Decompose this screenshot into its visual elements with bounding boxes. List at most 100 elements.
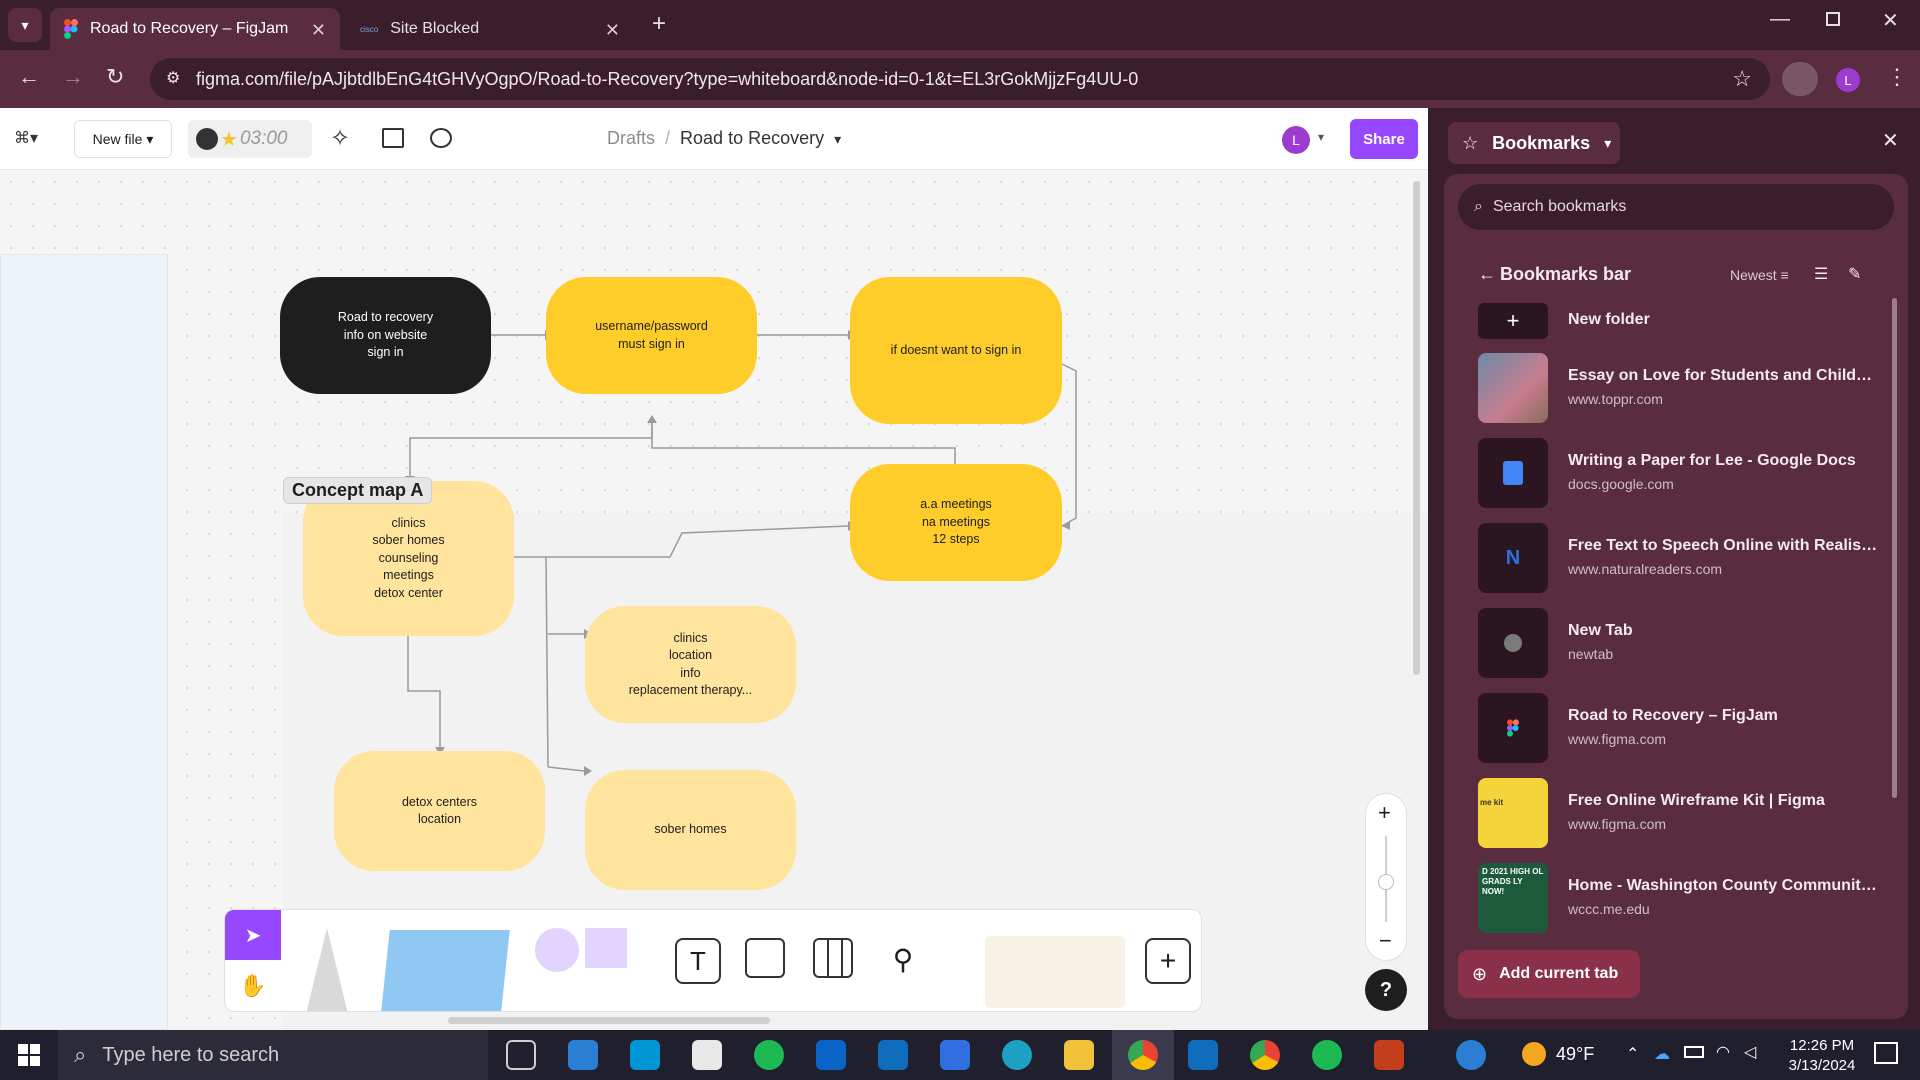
zoom-slider-handle[interactable] xyxy=(1378,874,1394,890)
close-panel-icon[interactable]: ✕ xyxy=(1882,128,1899,153)
layout-icon[interactable] xyxy=(382,128,404,148)
volume-icon[interactable]: ◁ xyxy=(1744,1042,1756,1062)
node-username-password[interactable]: username/password must sign in xyxy=(546,277,757,394)
snipping-tool-icon[interactable] xyxy=(692,1040,722,1070)
back-icon[interactable]: ← xyxy=(18,64,40,90)
comment-icon[interactable] xyxy=(430,128,452,148)
bookmark-item[interactable]: me kit Free Online Wireframe Kit | Figma… xyxy=(1478,778,1878,850)
stamp-tool-button[interactable]: ⚲ xyxy=(885,938,921,980)
text-tool-button[interactable]: T xyxy=(675,938,721,984)
restore-button[interactable] xyxy=(1826,12,1840,26)
more-tools-button[interactable]: + xyxy=(1145,938,1191,984)
collaborator-avatar[interactable]: L xyxy=(1282,126,1310,154)
select-tool-button[interactable]: ➤ xyxy=(225,910,281,960)
weather-widget[interactable]: 49°F xyxy=(1522,1042,1594,1066)
taskbar-search-box[interactable]: ⌕ Type here to search xyxy=(58,1030,488,1080)
back-arrow-icon[interactable]: ← xyxy=(1478,264,1496,285)
windows-start-button[interactable] xyxy=(18,1044,40,1066)
table-tool-button[interactable] xyxy=(813,938,853,978)
node-clinics[interactable]: clinics location info replacement therap… xyxy=(585,606,796,723)
more-menu-icon[interactable]: ⋮ xyxy=(1886,64,1908,90)
ai-sparkle-icon[interactable]: ✧ xyxy=(330,124,350,153)
node-resources[interactable]: clinics sober homes counseling meetings … xyxy=(303,481,514,636)
bookmark-item[interactable]: D 2021 HIGH OL GRADS LY NOW! Home - Wash… xyxy=(1478,863,1878,935)
edit-pencil-icon[interactable]: ✎ xyxy=(1848,264,1861,284)
chevron-down-icon[interactable]: ▾ xyxy=(1318,130,1324,144)
section-tool-button[interactable] xyxy=(745,938,785,978)
forward-icon[interactable]: → xyxy=(62,64,84,90)
zoom-in-button[interactable]: + xyxy=(1378,800,1391,826)
section-label[interactable]: Concept map A xyxy=(283,477,433,504)
main-menu-button[interactable]: ⌘▾ xyxy=(14,128,38,148)
add-current-tab-button[interactable]: ⊕ Add current tab xyxy=(1458,950,1640,998)
powerpoint-icon[interactable] xyxy=(1374,1040,1404,1070)
bookmark-item[interactable]: N Free Text to Speech Online with Realis… xyxy=(1478,523,1878,595)
new-file-button[interactable]: New file ▾ xyxy=(74,120,172,158)
node-detox-centers[interactable]: detox centers location xyxy=(334,751,545,871)
zoom-out-button[interactable]: − xyxy=(1379,928,1392,954)
myhp-icon[interactable] xyxy=(630,1040,660,1070)
chrome-icon[interactable] xyxy=(1250,1040,1280,1070)
marker-tool[interactable] xyxy=(305,928,349,1011)
spotify-icon[interactable] xyxy=(1312,1040,1342,1070)
edge-icon[interactable] xyxy=(1002,1040,1032,1070)
close-tab-icon[interactable]: ✕ xyxy=(605,20,620,41)
node-road-to-recovery[interactable]: Road to recovery info on website sign in xyxy=(280,277,491,394)
file-explorer-icon[interactable] xyxy=(1064,1040,1094,1070)
chevron-down-icon[interactable]: ▾ xyxy=(834,131,841,149)
hand-tool-button[interactable]: ✋ xyxy=(225,960,281,1011)
bookmark-item[interactable]: Essay on Love for Students and Children … xyxy=(1478,353,1878,425)
mail-icon[interactable] xyxy=(568,1040,598,1070)
new-tab-button[interactable]: + xyxy=(652,10,666,38)
tab-search-button[interactable]: ▾ xyxy=(8,8,42,42)
minimize-button[interactable]: — xyxy=(1770,8,1790,31)
clock[interactable]: 12:26 PM 3/13/2024 xyxy=(1780,1036,1864,1076)
outlook-icon[interactable] xyxy=(1188,1040,1218,1070)
shape-tool-square[interactable] xyxy=(585,928,627,968)
bookmark-item[interactable]: New Tab newtab xyxy=(1478,608,1878,680)
show-hidden-icons[interactable]: ⌃ xyxy=(1626,1044,1639,1064)
node-sober-homes[interactable]: sober homes xyxy=(585,770,796,890)
help-app-icon[interactable] xyxy=(1456,1040,1486,1070)
bookmark-item[interactable]: Road to Recovery – FigJam www.figma.com xyxy=(1478,693,1878,765)
outlook-new-icon[interactable] xyxy=(816,1040,846,1070)
address-bar[interactable]: ⚙ figma.com/file/pAJjbtdlbEnG4tGHVyOgpO/… xyxy=(150,58,1770,100)
list-view-icon[interactable]: ☰ xyxy=(1814,264,1828,284)
horizontal-scrollbar[interactable] xyxy=(448,1017,770,1024)
reload-icon[interactable]: ↻ xyxy=(106,64,124,90)
templates-button[interactable] xyxy=(985,936,1125,1008)
sort-button[interactable]: Newest ≡ xyxy=(1730,267,1789,283)
outlook-icon[interactable] xyxy=(878,1040,908,1070)
help-button[interactable]: ? xyxy=(1365,969,1407,1011)
profile-avatar[interactable]: L xyxy=(1836,68,1860,92)
whiteboard-canvas[interactable]: Road to recovery info on website sign in… xyxy=(0,171,1428,1030)
star-icon[interactable]: ☆ xyxy=(1732,66,1752,92)
tab-figjam[interactable]: Road to Recovery – FigJam ✕ xyxy=(50,8,340,50)
close-tab-icon[interactable]: ✕ xyxy=(311,20,326,41)
naturalreader-app-icon[interactable] xyxy=(940,1040,970,1070)
side-panel-button[interactable] xyxy=(1782,62,1818,96)
bookmarks-scrollbar[interactable] xyxy=(1892,298,1897,798)
panel-title-button[interactable]: ☆ Bookmarks ▾ xyxy=(1448,122,1620,164)
wifi-icon[interactable]: ◠ xyxy=(1716,1042,1730,1062)
tab-site-blocked[interactable]: cisco Site Blocked ✕ xyxy=(346,8,634,50)
close-window-button[interactable]: ✕ xyxy=(1882,8,1899,33)
node-no-sign-in[interactable]: if doesnt want to sign in xyxy=(850,277,1062,424)
vertical-scrollbar[interactable] xyxy=(1413,181,1420,675)
file-name[interactable]: Road to Recovery xyxy=(680,128,824,149)
onedrive-icon[interactable]: ☁ xyxy=(1654,1044,1670,1064)
node-meetings[interactable]: a.a meetings na meetings 12 steps xyxy=(850,464,1062,581)
timer-widget[interactable]: ★ 03:00 xyxy=(188,120,312,158)
spotify-icon[interactable] xyxy=(754,1040,784,1070)
chrome-profile-taskbar-button[interactable] xyxy=(1112,1030,1174,1080)
sticky-note-tool[interactable] xyxy=(380,930,510,1011)
task-view-icon[interactable] xyxy=(506,1040,536,1070)
battery-icon[interactable] xyxy=(1684,1046,1704,1058)
search-bookmarks-input[interactable]: ⌕ Search bookmarks xyxy=(1458,184,1894,230)
share-button[interactable]: Share xyxy=(1350,119,1418,159)
shape-tool-circle[interactable] xyxy=(535,928,579,972)
site-settings-icon[interactable]: ⚙ xyxy=(166,68,180,88)
new-folder-row[interactable]: + New folder xyxy=(1478,303,1878,339)
breadcrumb-drafts[interactable]: Drafts xyxy=(607,128,655,149)
notification-icon[interactable] xyxy=(1874,1042,1898,1064)
